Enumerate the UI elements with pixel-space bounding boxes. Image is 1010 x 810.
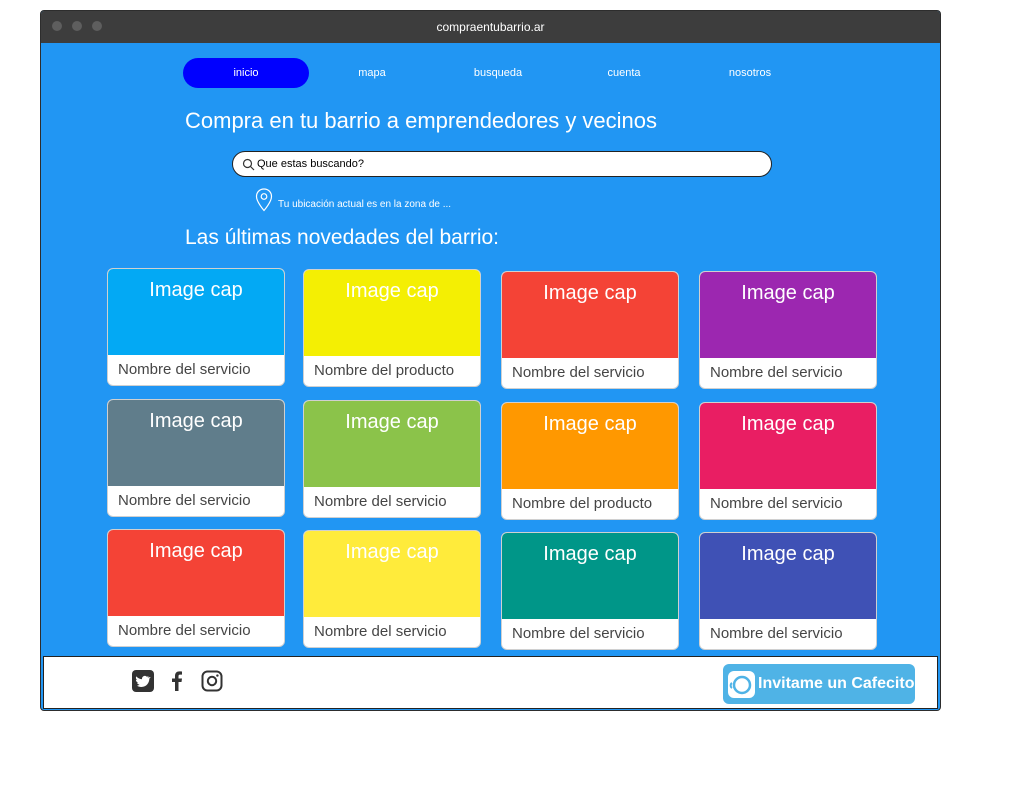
card-6[interactable]: Image cap Nombre del servicio [303,400,481,518]
nav-item-nosotros[interactable]: nosotros [687,58,813,88]
facebook-icon[interactable] [165,669,189,693]
card-image-cap: Image cap [304,270,480,356]
location-text: Tu ubicación actual es en la zona de ... [278,199,452,210]
card-11[interactable]: Image cap Nombre del servicio [501,532,679,650]
cafecito-logo-icon [728,671,755,698]
card-3[interactable]: Image cap Nombre del servicio [501,271,679,389]
card-title: Nombre del servicio [118,622,251,639]
card-9[interactable]: Image cap Nombre del servicio [107,529,285,647]
cafecito-label: Invitame un Cafecito [758,675,915,692]
card-title: Nombre del producto [314,362,455,379]
browser-url: compraentubarrio.ar [436,20,545,34]
card-title: Nombre del servicio [314,493,447,510]
card-4[interactable]: Image cap Nombre del servicio [699,271,877,389]
location-pin-icon [255,188,273,212]
search-input[interactable]: Que estas buscando? [232,151,772,177]
card-title: Nombre del servicio [710,364,843,381]
card-title: Nombre del producto [512,495,653,512]
twitter-icon[interactable] [131,669,155,693]
section-title: Las últimas novedades del barrio: [185,226,500,249]
card-5[interactable]: Image cap Nombre del servicio [107,399,285,517]
search-placeholder: Que estas buscando? [257,158,365,170]
card-10[interactable]: Image cap Nombre del servicio [303,530,481,648]
cafecito-button[interactable]: Invitame un Cafecito [723,664,915,704]
footer: Invitame un Cafecito [43,656,938,709]
card-image-cap: Image cap [108,269,284,355]
nav-item-cuenta[interactable]: cuenta [561,58,687,88]
card-image-cap: Image cap [700,533,876,619]
card-title: Nombre del servicio [512,364,645,381]
browser-window: compraentubarrio.ar inicio mapa busqueda… [40,10,941,711]
card-title: Nombre del servicio [314,623,447,640]
card-2[interactable]: Image cap Nombre del producto [303,269,481,387]
card-image-cap: Image cap [700,272,876,358]
card-image-cap: Image cap [304,531,480,617]
card-image-cap: Image cap [502,533,678,619]
card-7[interactable]: Image cap Nombre del producto [501,402,679,520]
card-title: Nombre del servicio [710,625,843,642]
card-title: Nombre del servicio [118,492,251,509]
card-title: Nombre del servicio [710,495,843,512]
page-content: inicio mapa busqueda cuenta nosotros Com… [41,43,940,656]
card-image-cap: Image cap [700,403,876,489]
card-8[interactable]: Image cap Nombre del servicio [699,402,877,520]
card-image-cap: Image cap [108,530,284,616]
card-image-cap: Image cap [304,401,480,487]
main-nav: inicio mapa busqueda cuenta nosotros [183,58,783,88]
card-image-cap: Image cap [502,272,678,358]
card-title: Nombre del servicio [512,625,645,642]
card-title: Nombre del servicio [118,361,251,378]
search-icon [242,158,255,171]
hero-title: Compra en tu barrio a emprendedores y ve… [185,108,658,133]
card-image-cap: Image cap [108,400,284,486]
card-12[interactable]: Image cap Nombre del servicio [699,532,877,650]
card-1[interactable]: Image cap Nombre del servicio [107,268,285,386]
card-image-cap: Image cap [502,403,678,489]
nav-item-mapa[interactable]: mapa [309,58,435,88]
browser-titlebar: compraentubarrio.ar [41,11,940,43]
instagram-icon[interactable] [200,669,224,693]
nav-item-inicio[interactable]: inicio [183,58,309,88]
nav-item-busqueda[interactable]: busqueda [435,58,561,88]
